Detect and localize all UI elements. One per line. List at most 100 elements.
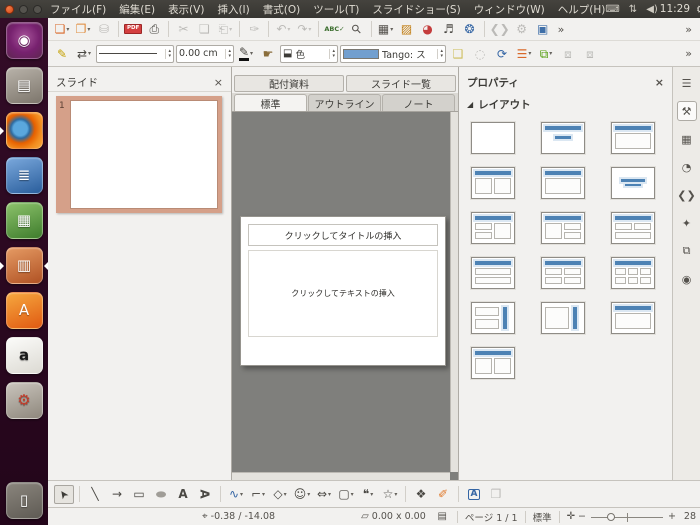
print-button[interactable]: ⎙ — [144, 20, 164, 39]
spinner-arrows-icon[interactable]: ▴ ▾ — [225, 48, 231, 59]
show-draw-functions-button[interactable]: ❮❯ — [489, 20, 511, 39]
launcher-settings[interactable]: ⚙ — [5, 382, 43, 419]
zoom-out-button[interactable]: − — [578, 511, 586, 522]
layout-six-content[interactable] — [611, 257, 655, 289]
line-width-spinner[interactable]: 0.00 cm ▴ ▾ — [176, 44, 234, 63]
tab-notes[interactable]: ノート — [382, 94, 455, 111]
text-placeholder[interactable]: クリックしてテキストの挿入 — [248, 250, 438, 337]
menu-window[interactable]: ウィンドウ(W) — [474, 2, 545, 17]
spelling-button[interactable]: ABC✓ — [323, 20, 345, 39]
fill-color-select[interactable]: Tango: ス ▴ ▾ — [340, 44, 446, 63]
zoom-percentage[interactable]: 28 — [684, 511, 696, 522]
save-button[interactable]: ⛁ — [94, 20, 114, 39]
dropdown-arrow-icon[interactable]: ▾ — [394, 491, 397, 498]
dropdown-arrow-icon[interactable]: ▾ — [66, 26, 69, 33]
keyboard-indicator-icon[interactable]: ⌨ — [605, 4, 619, 15]
dropdown-arrow-icon[interactable]: ▾ — [240, 491, 243, 498]
tab-outline[interactable]: アウトライン — [308, 94, 381, 111]
slide-workspace[interactable]: クリックしてタイトルの挿入 クリックしてテキストの挿入 — [232, 112, 458, 480]
dropdown-arrow-icon[interactable]: ▾ — [328, 491, 331, 498]
launcher-firefox[interactable] — [5, 112, 43, 149]
dropdown-arrow-icon[interactable]: ▾ — [307, 491, 310, 498]
line-style-select[interactable]: ▴ ▾ — [96, 44, 174, 63]
menu-edit[interactable]: 編集(E) — [119, 2, 155, 17]
layout-two-content-and-content[interactable] — [471, 212, 515, 244]
rotate-button[interactable]: ⟳ — [492, 44, 512, 63]
glue-points-button[interactable]: ✐ — [433, 485, 453, 504]
dropdown-arrow-icon[interactable]: ▾ — [370, 491, 373, 498]
arrow-tool[interactable]: → — [107, 485, 127, 504]
dropdown-arrow-icon[interactable]: ▾ — [88, 50, 91, 57]
connector-tool[interactable]: ⌐ ▾ — [248, 485, 268, 504]
copy-button[interactable]: ❏ — [194, 20, 214, 39]
master-pages-tab[interactable]: ▦ — [677, 129, 697, 149]
cut-button[interactable]: ✂ — [173, 20, 193, 39]
layout-title-content[interactable] — [611, 122, 655, 154]
launcher-files[interactable]: ▤ — [5, 67, 43, 104]
sidebar-settings-button[interactable]: ☰ — [677, 73, 697, 93]
standard-toolbar-overflow[interactable]: » — [554, 23, 569, 36]
title-placeholder[interactable]: クリックしてタイトルの挿入 — [248, 224, 438, 246]
symbol-shapes-tool[interactable]: ☺ ▾ — [292, 485, 312, 504]
arrow-style-button[interactable]: ⇄ ▾ — [74, 44, 94, 63]
arrange-button[interactable]: ⧉ ▾ — [536, 44, 556, 63]
flowchart-tool[interactable]: ▢ ▾ — [336, 485, 356, 504]
maximize-button[interactable] — [33, 4, 42, 14]
dropdown-arrow-icon[interactable]: ▾ — [287, 26, 290, 33]
undo-button[interactable]: ↶ ▾ — [273, 20, 293, 39]
zoom-slider-thumb[interactable] — [606, 512, 615, 521]
layout-vertical-title-text-chart[interactable] — [471, 302, 515, 334]
menu-slideshow[interactable]: スライドショー(S) — [372, 2, 460, 17]
area-dialog-button[interactable]: ☛ — [258, 44, 278, 63]
group-button[interactable]: ⧈ — [558, 44, 578, 63]
layout-section-header[interactable]: ◢ レイアウト — [459, 91, 672, 114]
close-icon[interactable]: × — [214, 76, 223, 89]
presentation-button[interactable]: ▣ — [533, 20, 553, 39]
slide-thumbnail[interactable]: 1 — [56, 96, 222, 213]
horizontal-scrollbar[interactable] — [232, 472, 450, 480]
slide-transition-tab[interactable]: ◔ — [677, 157, 697, 177]
layout-title-two-vertical-text[interactable] — [471, 347, 515, 379]
network-indicator-icon[interactable]: ⇅ — [629, 4, 637, 15]
insert-media-button[interactable]: ♬ — [439, 20, 459, 39]
page-indicator[interactable]: ページ 1 / 1 — [465, 510, 518, 524]
close-button[interactable] — [5, 4, 14, 14]
callouts-tool[interactable]: ❝ ▾ — [358, 485, 378, 504]
layout-blank[interactable] — [471, 122, 515, 154]
new-presentation-button[interactable]: ❏ ▾ — [52, 20, 72, 39]
vertical-text-tool[interactable]: A — [195, 485, 215, 504]
menu-format[interactable]: 書式(O) — [263, 2, 300, 17]
layout-content-and-two-content[interactable] — [541, 212, 585, 244]
insert-hyperlink-button[interactable]: ❂ — [460, 20, 480, 39]
session-gear-icon[interactable]: ⚙ — [696, 3, 700, 16]
styles-tab[interactable]: ⧉ — [677, 241, 697, 261]
fontwork-button[interactable]: A — [464, 485, 484, 504]
line-button[interactable]: ✎ — [52, 44, 72, 63]
launcher-trash[interactable]: ▯ — [5, 482, 43, 519]
layout-title-two-content[interactable] — [471, 167, 515, 199]
menu-file[interactable]: ファイル(F) — [50, 2, 106, 17]
paste-button[interactable]: ⎗ ▾ — [215, 20, 235, 39]
launcher-calc[interactable]: ▦ — [5, 202, 43, 239]
extrusion-button[interactable]: ❒ — [486, 485, 506, 504]
zoom-slider[interactable] — [590, 511, 663, 523]
launcher-amazon[interactable]: a — [5, 337, 43, 374]
textbox-tool[interactable]: A — [173, 485, 193, 504]
basic-shapes-tool[interactable]: ◇ ▾ — [270, 485, 290, 504]
options-button[interactable]: ⚙ — [512, 20, 532, 39]
dropdown-arrow-icon[interactable]: ▾ — [390, 26, 393, 33]
vertical-scrollbar[interactable] — [450, 112, 458, 472]
gallery-tab[interactable]: ✦ — [677, 213, 697, 233]
insert-chart-button[interactable]: ◕ — [418, 20, 438, 39]
zoom-in-button[interactable]: + — [668, 511, 676, 522]
zoom-button[interactable]: ⚲ — [347, 20, 367, 39]
spinner-arrows-icon[interactable]: ▴ ▾ — [329, 48, 335, 59]
layout-title-vertical-text[interactable] — [611, 302, 655, 334]
enter-group-button[interactable]: ⧈ — [580, 44, 600, 63]
layout-title-subtitle[interactable] — [541, 122, 585, 154]
custom-animation-tab[interactable]: ❮❯ — [677, 185, 697, 205]
launcher-ubuntu-dash[interactable]: ◉ — [5, 22, 43, 59]
presentation-toolbar-overflow[interactable]: » — [681, 23, 696, 36]
edit-points-button[interactable]: ❖ — [411, 485, 431, 504]
line-color-button[interactable]: ✎ ▾ — [236, 44, 256, 63]
